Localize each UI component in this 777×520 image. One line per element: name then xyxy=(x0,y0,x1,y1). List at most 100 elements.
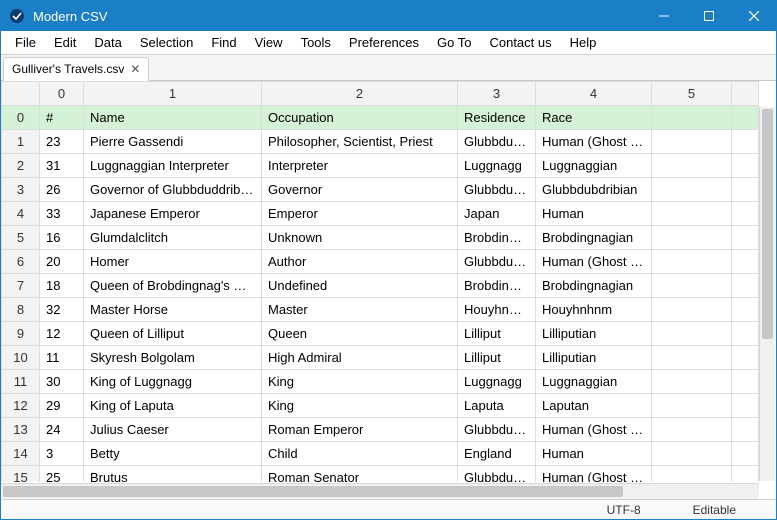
row-index[interactable]: 12 xyxy=(2,394,40,418)
cell[interactable]: 29 xyxy=(40,394,84,418)
cell[interactable]: Homer xyxy=(84,250,262,274)
cell[interactable]: Brutus xyxy=(84,466,262,483)
cell[interactable]: Glubbdubdrib xyxy=(458,466,536,483)
row-index[interactable]: 14 xyxy=(2,442,40,466)
cell[interactable]: Queen of Lilliput xyxy=(84,322,262,346)
cell[interactable]: High Admiral xyxy=(262,346,458,370)
row-index[interactable]: 8 xyxy=(2,298,40,322)
cell[interactable]: 24 xyxy=(40,418,84,442)
cell[interactable] xyxy=(652,274,732,298)
cell[interactable] xyxy=(652,154,732,178)
row-index[interactable]: 1 xyxy=(2,130,40,154)
cell[interactable]: King xyxy=(262,370,458,394)
cell[interactable]: 11 xyxy=(40,346,84,370)
row-index[interactable]: 7 xyxy=(2,274,40,298)
row-index[interactable]: 6 xyxy=(2,250,40,274)
cell[interactable]: 31 xyxy=(40,154,84,178)
cell[interactable]: Luggnagg xyxy=(458,370,536,394)
cell[interactable]: Brobdingnag xyxy=(458,226,536,250)
cell[interactable] xyxy=(652,394,732,418)
cell[interactable] xyxy=(652,322,732,346)
cell[interactable]: 26 xyxy=(40,178,84,202)
cell[interactable]: Betty xyxy=(84,442,262,466)
col-header-1[interactable]: 1 xyxy=(84,82,262,106)
cell-0-3[interactable]: Residence xyxy=(458,106,536,130)
cell[interactable]: Master Horse xyxy=(84,298,262,322)
cell[interactable] xyxy=(652,250,732,274)
cell[interactable] xyxy=(652,298,732,322)
cell[interactable]: 33 xyxy=(40,202,84,226)
col-header-4[interactable]: 4 xyxy=(536,82,652,106)
cell[interactable]: Lilliput xyxy=(458,322,536,346)
menu-data[interactable]: Data xyxy=(86,33,129,52)
maximize-button[interactable] xyxy=(686,1,731,31)
row-index[interactable]: 9 xyxy=(2,322,40,346)
close-button[interactable] xyxy=(731,1,776,31)
cell[interactable]: Luggnagg xyxy=(458,154,536,178)
cell[interactable]: King of Laputa xyxy=(84,394,262,418)
cell[interactable]: Emperor xyxy=(262,202,458,226)
menu-help[interactable]: Help xyxy=(562,33,605,52)
cell[interactable]: Glubbdubdrib xyxy=(458,178,536,202)
cell[interactable]: Interpreter xyxy=(262,154,458,178)
cell[interactable]: Glumdalclitch xyxy=(84,226,262,250)
col-header-0[interactable]: 0 xyxy=(40,82,84,106)
cell[interactable]: Pierre Gassendi xyxy=(84,130,262,154)
cell[interactable]: Lilliputian xyxy=(536,322,652,346)
cell[interactable]: Human (Ghost form) xyxy=(536,250,652,274)
cell-0-4[interactable]: Race xyxy=(536,106,652,130)
cell[interactable]: 32 xyxy=(40,298,84,322)
cell[interactable] xyxy=(652,226,732,250)
cell[interactable]: Brobdingnagian xyxy=(536,226,652,250)
vertical-scroll-thumb[interactable] xyxy=(762,109,773,339)
cell[interactable]: Brobdingnag xyxy=(458,274,536,298)
cell[interactable]: 3 xyxy=(40,442,84,466)
col-header-5[interactable]: 5 xyxy=(652,82,732,106)
cell[interactable]: 12 xyxy=(40,322,84,346)
menu-view[interactable]: View xyxy=(247,33,291,52)
menu-edit[interactable]: Edit xyxy=(46,33,84,52)
cell[interactable] xyxy=(652,466,732,483)
minimize-button[interactable] xyxy=(641,1,686,31)
row-index[interactable]: 13 xyxy=(2,418,40,442)
cell[interactable]: Queen xyxy=(262,322,458,346)
cell[interactable]: Glubbdubdrib xyxy=(458,418,536,442)
cell[interactable] xyxy=(652,370,732,394)
cell[interactable]: Master xyxy=(262,298,458,322)
cell[interactable]: Author xyxy=(262,250,458,274)
cell[interactable]: Human xyxy=(536,442,652,466)
cell[interactable]: 25 xyxy=(40,466,84,483)
cell[interactable]: Houyhnhnm xyxy=(536,298,652,322)
horizontal-scrollbar[interactable] xyxy=(1,483,759,499)
close-tab-icon[interactable]: ✕ xyxy=(130,62,140,76)
cell[interactable] xyxy=(652,130,732,154)
cell-0-2[interactable]: Occupation xyxy=(262,106,458,130)
cell[interactable]: Laputa xyxy=(458,394,536,418)
cell[interactable]: England xyxy=(458,442,536,466)
menu-goto[interactable]: Go To xyxy=(429,33,479,52)
cell[interactable]: Glubbdubdrib xyxy=(458,250,536,274)
cell[interactable]: Laputan xyxy=(536,394,652,418)
cell[interactable] xyxy=(652,346,732,370)
cell[interactable]: Human (Ghost form) xyxy=(536,130,652,154)
row-index[interactable]: 15 xyxy=(2,466,40,483)
cell[interactable]: Skyresh Bolgolam xyxy=(84,346,262,370)
menu-file[interactable]: File xyxy=(7,33,44,52)
cell[interactable]: King xyxy=(262,394,458,418)
col-header-2[interactable]: 2 xyxy=(262,82,458,106)
cell[interactable]: Lilliput xyxy=(458,346,536,370)
cell[interactable] xyxy=(652,178,732,202)
file-tab[interactable]: Gulliver's Travels.csv ✕ xyxy=(3,57,149,81)
cell[interactable]: Julius Caeser xyxy=(84,418,262,442)
row-index[interactable]: 2 xyxy=(2,154,40,178)
cell[interactable]: 30 xyxy=(40,370,84,394)
menu-preferences[interactable]: Preferences xyxy=(341,33,427,52)
row-index[interactable]: 3 xyxy=(2,178,40,202)
row-index[interactable]: 10 xyxy=(2,346,40,370)
cell[interactable]: Child xyxy=(262,442,458,466)
titlebar[interactable]: Modern CSV xyxy=(1,1,776,31)
menu-tools[interactable]: Tools xyxy=(293,33,339,52)
row-index[interactable]: 11 xyxy=(2,370,40,394)
cell[interactable]: Glubbdubdribian xyxy=(536,178,652,202)
data-grid[interactable]: 0 1 2 3 4 5 0#NameOccupationResidenceRac… xyxy=(1,81,759,482)
